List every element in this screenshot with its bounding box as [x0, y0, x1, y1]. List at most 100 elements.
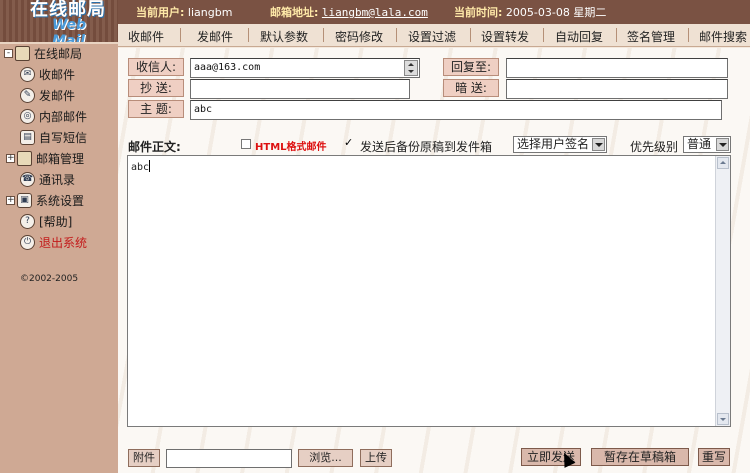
- reset-button[interactable]: 重写: [698, 448, 730, 466]
- sidebar: - 在线邮局 ✉ 收邮件 ✎ 发邮件 ◎ 内部邮件 ▤ 自写短信 + 邮箱管理 …: [0, 44, 118, 473]
- body-editor[interactable]: abc: [127, 155, 731, 427]
- chevron-down-icon: [716, 138, 729, 151]
- email-address-label: 邮箱地址:: [270, 6, 319, 19]
- browse-button[interactable]: 浏览...: [298, 449, 353, 467]
- inbox-icon: ✉: [20, 66, 35, 82]
- backup-label: 发送后备份原稿到发件箱: [360, 140, 493, 154]
- subject-label: 主 题:: [128, 100, 184, 118]
- menu-change-password[interactable]: 密码修改: [335, 28, 383, 45]
- chevron-down-icon: [592, 138, 605, 151]
- vertical-scrollbar[interactable]: [715, 156, 730, 426]
- sidebar-item-help[interactable]: ? [帮助]: [20, 212, 72, 230]
- menu-receive-mail[interactable]: 收邮件: [128, 28, 164, 45]
- sidebar-item-internal-mail[interactable]: ◎ 内部邮件: [20, 107, 87, 125]
- internal-mail-icon: ◎: [20, 108, 35, 124]
- sidebar-item-label: 通讯录: [39, 172, 76, 187]
- save-draft-button[interactable]: 暂存在草稿箱: [591, 448, 689, 466]
- backup-checkbox[interactable]: ✓: [344, 137, 355, 149]
- email-address-link[interactable]: liangbm@lala.com: [322, 6, 428, 19]
- menu-separator: [180, 28, 181, 42]
- collapse-icon[interactable]: -: [4, 48, 13, 58]
- menu-mail-search[interactable]: 邮件搜索: [699, 28, 747, 45]
- sidebar-item-label: 收邮件: [39, 67, 76, 82]
- bcc-field[interactable]: [506, 79, 728, 99]
- menu-separator: [396, 28, 397, 42]
- sidebar-item-logout[interactable]: ⏻ 退出系统: [20, 233, 87, 251]
- folder-icon: [17, 150, 32, 166]
- menu-auto-reply[interactable]: 自动回复: [555, 28, 603, 45]
- menu-separator: [543, 28, 544, 42]
- header-bar: 当前用户: liangbm 邮箱地址: liangbm@lala.com 当前时…: [118, 0, 750, 24]
- body-text: abc: [131, 160, 151, 173]
- sidebar-item-system-settings[interactable]: + ▣ 系统设置: [6, 191, 84, 209]
- body-label: 邮件正文:: [128, 140, 181, 154]
- menu-separator: [688, 28, 689, 42]
- attachment-field[interactable]: [166, 449, 292, 468]
- sidebar-item-inbox[interactable]: ✉ 收邮件: [20, 65, 75, 83]
- menu-default-params[interactable]: 默认参数: [260, 28, 308, 45]
- body-text-value: abc: [131, 162, 150, 173]
- logo-subtitle: Web Mail: [52, 17, 87, 44]
- to-field[interactable]: aaa@163.com: [190, 58, 420, 78]
- sidebar-item-mailbox-manage[interactable]: + 邮箱管理: [6, 149, 84, 167]
- scroll-down-icon[interactable]: [717, 413, 729, 425]
- subject-field[interactable]: abc: [190, 100, 722, 120]
- sidebar-item-label: 内部邮件: [39, 109, 88, 124]
- top-menu: 收邮件 发邮件 默认参数 密码修改 设置过滤 设置转发 自动回复 签名管理 邮件…: [118, 24, 750, 47]
- to-label: 收信人:: [128, 58, 184, 76]
- settings-icon: ▣: [17, 192, 32, 208]
- menu-set-forward[interactable]: 设置转发: [481, 28, 529, 45]
- menu-separator: [616, 28, 617, 42]
- current-user-value: liangbm: [187, 6, 233, 19]
- address-picker-icon[interactable]: [404, 60, 418, 76]
- priority-label: 优先级别: [630, 140, 679, 154]
- reply-to-field[interactable]: [506, 58, 728, 78]
- html-format-label: HTML格式邮件: [255, 142, 327, 153]
- logout-icon: ⏻: [20, 234, 35, 250]
- priority-select-value: 普通: [687, 137, 712, 151]
- sms-icon: ▤: [20, 129, 35, 145]
- expand-icon[interactable]: +: [6, 153, 15, 163]
- sidebar-item-label: 退出系统: [39, 235, 88, 250]
- reply-to-label: 回复至:: [443, 58, 499, 76]
- scroll-up-icon[interactable]: [717, 157, 729, 169]
- sidebar-item-label: [帮助]: [39, 214, 73, 229]
- menu-set-filter[interactable]: 设置过滤: [408, 28, 456, 45]
- sidebar-item-label: 系统设置: [36, 193, 85, 208]
- menu-signature-manage[interactable]: 签名管理: [627, 28, 675, 45]
- sidebar-root-label: 在线邮局: [34, 46, 83, 61]
- text-caret: [149, 160, 151, 172]
- send-icon: ✎: [20, 87, 35, 103]
- address-book-icon: ☎: [20, 171, 35, 187]
- current-user-label: 当前用户:: [136, 6, 185, 19]
- cc-field[interactable]: [190, 79, 410, 99]
- current-time-value: 2005-03-08 星期二: [505, 6, 607, 19]
- sidebar-item-sms[interactable]: ▤ 自写短信: [20, 128, 87, 146]
- help-icon: ?: [20, 213, 35, 229]
- upload-button[interactable]: 上传: [360, 449, 392, 467]
- copyright: ©2002-2005: [20, 274, 79, 284]
- bcc-label: 暗 送:: [443, 79, 499, 97]
- expand-icon[interactable]: +: [6, 195, 15, 205]
- sidebar-item-label: 发邮件: [39, 88, 76, 103]
- menu-separator: [470, 28, 471, 42]
- open-folder-icon: [15, 45, 30, 61]
- current-time-label: 当前时间:: [454, 6, 503, 19]
- sidebar-item-label: 自写短信: [39, 130, 88, 145]
- sidebar-root[interactable]: - 在线邮局: [4, 44, 82, 62]
- signature-select-value: 选择用户签名: [517, 137, 590, 151]
- sidebar-item-label: 邮箱管理: [36, 151, 85, 166]
- compose-panel: 收信人: aaa@163.com 回复至: 抄 送: 暗 送: 主 题: abc…: [118, 48, 750, 473]
- to-field-value: aaa@163.com: [194, 62, 261, 73]
- current-user: 当前用户: liangbm: [136, 4, 232, 20]
- menu-separator: [248, 28, 249, 42]
- sidebar-item-send[interactable]: ✎ 发邮件: [20, 86, 75, 104]
- cc-label: 抄 送:: [128, 79, 184, 97]
- menu-separator: [323, 28, 324, 42]
- priority-select[interactable]: 普通: [683, 136, 731, 153]
- email-address: 邮箱地址: liangbm@lala.com: [270, 4, 428, 20]
- html-format-checkbox[interactable]: [241, 139, 251, 149]
- signature-select[interactable]: 选择用户签名: [513, 136, 607, 153]
- sidebar-item-address-book[interactable]: ☎ 通讯录: [20, 170, 75, 188]
- menu-send-mail[interactable]: 发邮件: [197, 28, 233, 45]
